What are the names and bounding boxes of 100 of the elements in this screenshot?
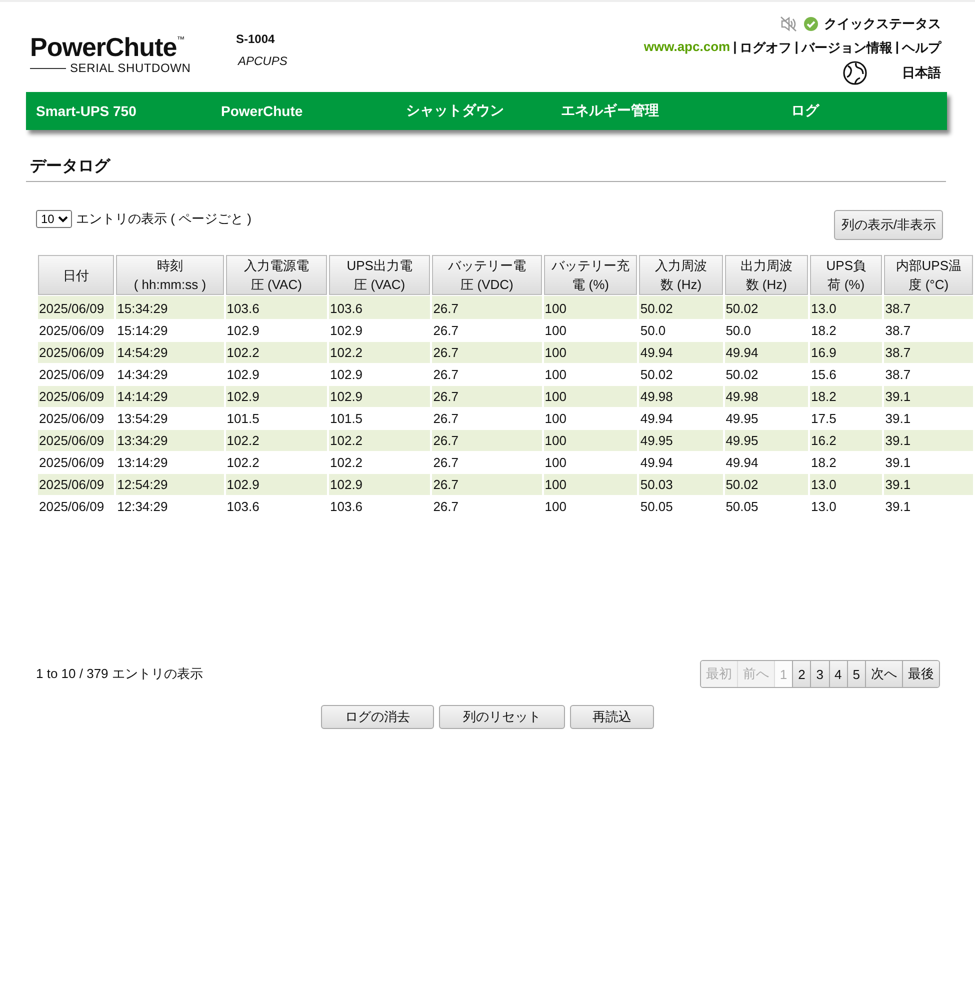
table-cell: 2025/06/09 [38,342,114,363]
logo-subtitle: SERIAL SHUTDOWN [70,61,191,75]
globe-icon[interactable] [842,60,868,86]
table-cell: 100 [544,296,638,319]
column-header[interactable]: 入力周波 数 (Hz) [639,255,723,295]
muted-speaker-icon[interactable] [780,16,798,32]
table-cell-text: 38.7 [884,322,912,340]
nav-menu-item[interactable]: PowerChute [221,103,406,119]
table-cell: 100 [544,430,638,451]
table-cell-text: 50.0 [639,322,667,340]
table-cell-text: 15.6 [810,366,838,384]
table-cell: 102.9 [226,474,327,495]
table-cell: 13:34:29 [116,430,224,451]
column-header[interactable]: UPS負 荷 (%) [810,255,882,295]
table-cell: 102.9 [329,386,430,407]
page-title: データログ [26,156,946,182]
device-model: S-1004 [236,32,276,46]
table-cell: 103.6 [226,296,327,319]
pagination-button[interactable]: 2 [792,661,810,687]
page-size-dropdown[interactable]: 10 [36,210,72,228]
pagination-button[interactable]: 3 [810,661,829,687]
table-cell: 39.1 [884,430,973,451]
table-cell: 102.2 [329,430,430,451]
table-cell-text: 39.1 [884,410,912,428]
header-link[interactable]: バージョン情報 [801,39,892,57]
table-cell-text: 100 [544,366,568,384]
table-cell: 102.2 [329,342,430,363]
table-cell: 14:54:29 [116,342,224,363]
table-cell-text: 26.7 [432,410,460,428]
table-cell-text: 2025/06/09 [38,410,106,428]
table-cell-text: 38.7 [884,366,912,384]
table-cell: 49.94 [724,342,808,363]
column-header[interactable]: 時刻 ( hh:mm:ss ) [116,255,224,295]
table-cell-text: 13:54:29 [116,410,169,428]
table-cell: 26.7 [432,386,542,407]
column-header[interactable]: 日付 [38,255,114,295]
column-header[interactable]: バッテリー電 圧 (VDC) [432,255,542,295]
table-cell: 103.6 [329,296,430,319]
table-cell-text: 100 [544,322,568,340]
table-cell: 26.7 [432,474,542,495]
column-header[interactable]: バッテリー充 電 (%) [544,255,638,295]
table-cell: 2025/06/09 [38,474,114,495]
table-cell: 38.7 [884,342,973,363]
table-cell-text: 2025/06/09 [38,454,106,472]
table-cell: 12:54:29 [116,474,224,495]
link-separator: | [733,39,737,56]
table-cell: 16.9 [810,342,882,363]
table-cell-text: 101.5 [226,410,260,428]
table-cell-text: 100 [544,498,568,516]
table-cell-text: 13:14:29 [116,454,169,472]
table-cell-text: 49.94 [639,410,674,428]
table-cell: 13.0 [810,474,882,495]
pagination-button[interactable]: 最後 [902,661,939,687]
pagination-button[interactable]: 次へ [865,661,902,687]
table-cell-text: 50.05 [724,498,760,516]
table-cell: 15:34:29 [116,296,224,319]
nav-menu-item[interactable]: シャットダウン [406,102,561,120]
table-cell-text: 2025/06/09 [38,322,106,340]
table-cell: 102.9 [329,474,430,495]
table-cell: 2025/06/09 [38,296,114,319]
table-cell: 102.2 [226,430,327,451]
table-cell: 18.2 [810,386,882,407]
table-cell-text: 39.1 [884,454,912,472]
table-cell: 38.7 [884,296,973,319]
table-cell-text: 102.2 [226,454,260,472]
table-cell: 26.7 [432,296,542,319]
action-button[interactable]: 再読込 [570,705,654,729]
table-cell-text: 26.7 [432,454,460,472]
nav-menu-item[interactable]: Smart-UPS 750 [36,103,221,119]
link-separator: | [794,39,798,56]
column-header[interactable]: 出力周波 数 (Hz) [724,255,808,295]
column-header[interactable]: 入力電源電 圧 (VAC) [226,255,327,295]
table-cell: 100 [544,386,638,407]
table-cell: 100 [544,474,638,495]
pagination-button[interactable]: 4 [828,661,847,687]
pagination-button[interactable]: 5 [846,661,865,687]
header-link[interactable]: ヘルプ [902,39,941,57]
table-cell-text: 17.5 [810,410,838,428]
nav-menu-item[interactable]: ログ [791,102,819,120]
table-cell-text: 18.2 [810,454,838,472]
nav-menu-item[interactable]: エネルギー管理 [561,102,791,120]
device-name: APCUPS [236,54,288,68]
table-cell: 100 [544,342,638,363]
column-header[interactable]: 内部UPS温 度 (°C) [884,255,973,295]
table-cell-text: 102.9 [226,366,260,384]
table-cell-text: 103.6 [226,498,260,516]
quick-status-link[interactable]: クイックステータス [824,15,941,33]
table-cell-text: 100 [544,410,568,428]
table-cell-text: 103.6 [329,498,364,516]
action-button[interactable]: ログの消去 [321,705,434,729]
column-header[interactable]: UPS出力電 圧 (VAC) [329,255,430,295]
table-cell-text: 39.1 [884,498,912,516]
check-circle-icon [804,17,818,31]
table-cell: 26.7 [432,430,542,451]
table-cell-text: 102.9 [226,322,260,340]
action-button[interactable]: 列のリセット [439,705,565,729]
table-cell: 50.02 [639,296,723,319]
language-selector[interactable]: 日本語 [902,64,941,82]
column-visibility-button[interactable]: 列の表示/非表示 [834,210,943,240]
header-link[interactable]: ログオフ [740,39,792,57]
